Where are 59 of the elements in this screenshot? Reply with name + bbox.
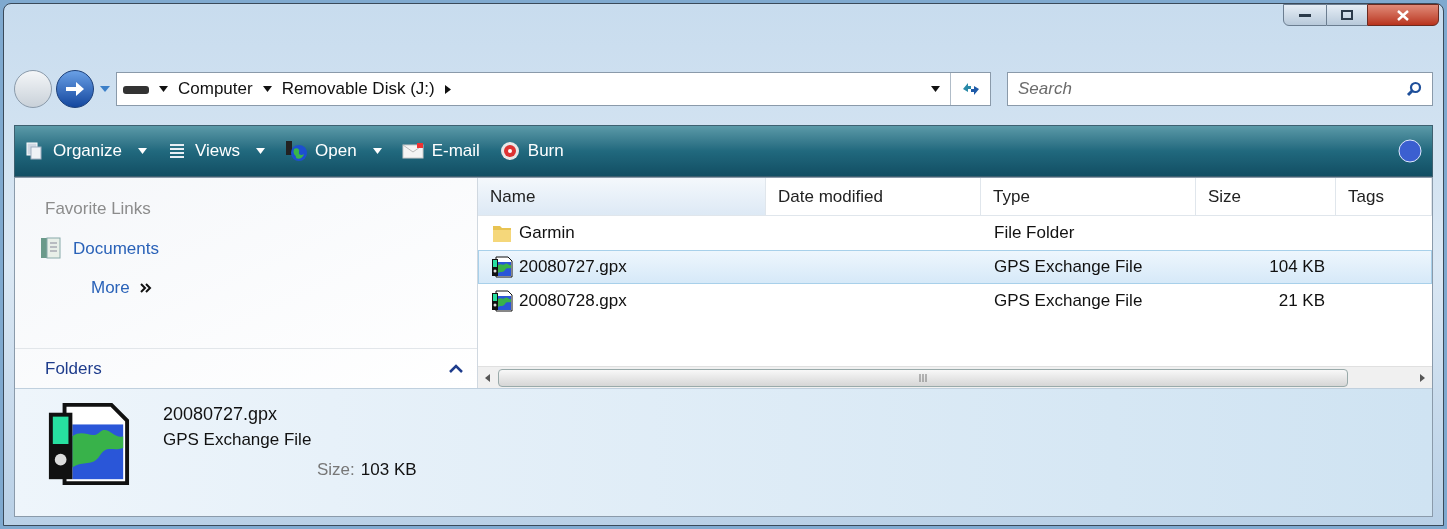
search-icon: [1406, 81, 1422, 97]
caret-icon: [100, 86, 110, 92]
caret-icon: [372, 148, 382, 154]
breadcrumb-item[interactable]: Removable Disk (J:): [281, 76, 435, 102]
details-file-type: GPS Exchange File: [163, 429, 313, 451]
file-size: 21 KB: [1278, 290, 1325, 313]
address-field[interactable]: Computer Removable Disk (J:): [116, 72, 991, 106]
gpx-file-icon: [491, 256, 513, 278]
toolbar-button[interactable]: Open: [285, 138, 382, 164]
expand-icon[interactable]: [449, 363, 463, 374]
size-label: Size:: [317, 459, 355, 481]
details-file-name: 20080727.gpx: [163, 403, 279, 426]
maximize-button[interactable]: [1327, 4, 1367, 26]
caret-icon: [262, 86, 272, 92]
column-header[interactable]: Name: [478, 178, 766, 215]
file-type: File Folder: [994, 223, 1075, 243]
file-row[interactable]: 20080728.gpx GPS Exchange File 21 KB: [478, 284, 1432, 318]
size-value: 103 KB: [360, 459, 417, 481]
disc-icon: [499, 141, 520, 161]
breadcrumb-item[interactable]: Computer: [178, 76, 253, 102]
toolbar-button[interactable]: Views: [167, 138, 266, 164]
file-type: GPS Exchange File: [994, 257, 1143, 277]
caret-icon: [138, 148, 147, 154]
minimize-button[interactable]: [1283, 4, 1327, 26]
double-chevron-icon: [139, 282, 152, 293]
file-name: Garmin: [519, 222, 575, 245]
more-link[interactable]: More: [91, 275, 130, 301]
horizontal-scrollbar[interactable]: [478, 366, 1432, 388]
globe-device-icon: [285, 140, 308, 162]
section-heading: Favorite Links: [45, 198, 152, 220]
document-icon: [41, 237, 61, 260]
list-view-icon: [167, 141, 187, 161]
breadcrumb-arrow-icon: [444, 84, 451, 94]
favorite-link[interactable]: Documents: [73, 235, 159, 261]
right-arrow-icon: [64, 80, 86, 98]
file-row[interactable]: 20080727.gpx GPS Exchange File 104 KB: [478, 250, 1432, 284]
file-name: 20080728.gpx: [519, 290, 627, 313]
file-size: 104 KB: [1269, 256, 1325, 279]
toolbar-button[interactable]: Organize: [25, 138, 147, 164]
toolbar-button[interactable]: Burn: [499, 138, 564, 164]
close-button[interactable]: [1367, 4, 1439, 26]
caret-icon: [256, 148, 266, 154]
file-name: 20080727.gpx: [519, 256, 627, 279]
caret-icon: [930, 86, 940, 92]
help-icon[interactable]: [1398, 139, 1422, 163]
envelope-icon: [401, 143, 424, 159]
forward-button[interactable]: [56, 70, 94, 108]
refresh-icon: [960, 81, 981, 97]
close-icon: [1397, 9, 1409, 21]
toolbar-button[interactable]: E-mail: [401, 138, 480, 164]
grip-icon: [918, 373, 928, 382]
file-row[interactable]: Garmin File Folder: [478, 216, 1432, 250]
file-type: GPS Exchange File: [994, 291, 1143, 311]
scrollbar-thumb[interactable]: [498, 368, 1348, 387]
caret-icon: [159, 86, 168, 92]
drive-icon: [123, 84, 149, 94]
documents-icon: [25, 141, 45, 161]
folders-heading[interactable]: Folders: [45, 355, 102, 382]
gpx-file-icon: [491, 290, 513, 312]
